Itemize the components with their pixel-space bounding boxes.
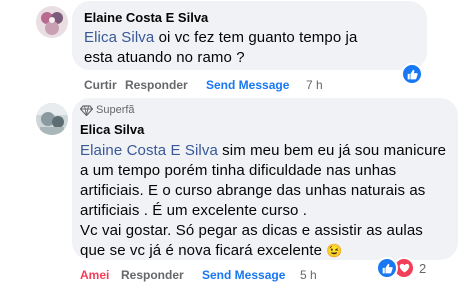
mention-link[interactable]: Elaine Costa E Silva xyxy=(80,142,218,159)
badge-label: Superfã xyxy=(96,104,135,116)
avatar[interactable] xyxy=(36,103,68,135)
wink-emoji: 😉 xyxy=(326,243,343,258)
like-icon xyxy=(401,63,423,85)
reaction-badge[interactable] xyxy=(401,63,423,85)
send-message-button[interactable]: Send Message xyxy=(202,268,285,282)
reply-button[interactable]: Responder xyxy=(125,78,188,92)
love-reaction-button[interactable]: Amei xyxy=(80,268,109,282)
comment-text: Elaine Costa E Silva sim meu bem eu já s… xyxy=(80,142,447,259)
comment-text: Elica Silva oi vc fez tem guanto tempo j… xyxy=(84,29,358,66)
like-icon xyxy=(376,257,398,279)
send-message-button[interactable]: Send Message xyxy=(206,78,289,92)
timestamp[interactable]: 7 h xyxy=(306,78,323,92)
comment-author[interactable]: Elaine Costa E Silva xyxy=(84,10,415,26)
avatar[interactable] xyxy=(36,6,68,38)
comment-author[interactable]: Elica Silva xyxy=(80,122,446,138)
reaction-summary[interactable]: 2 xyxy=(376,257,426,279)
mention-link[interactable]: Elica Silva xyxy=(84,29,154,46)
timestamp[interactable]: 5 h xyxy=(300,268,317,282)
comment-bubble: Superfã Elica Silva Elaine Costa E Silva… xyxy=(72,98,458,260)
reaction-count: 2 xyxy=(419,260,427,276)
diamond-icon xyxy=(80,104,93,116)
like-button[interactable]: Curtir xyxy=(84,78,117,92)
reply-button[interactable]: Responder xyxy=(121,268,184,282)
top-fan-badge[interactable]: Superfã xyxy=(80,103,446,117)
comment-bubble: Elaine Costa E Silva Elica Silva oi vc f… xyxy=(72,1,427,70)
